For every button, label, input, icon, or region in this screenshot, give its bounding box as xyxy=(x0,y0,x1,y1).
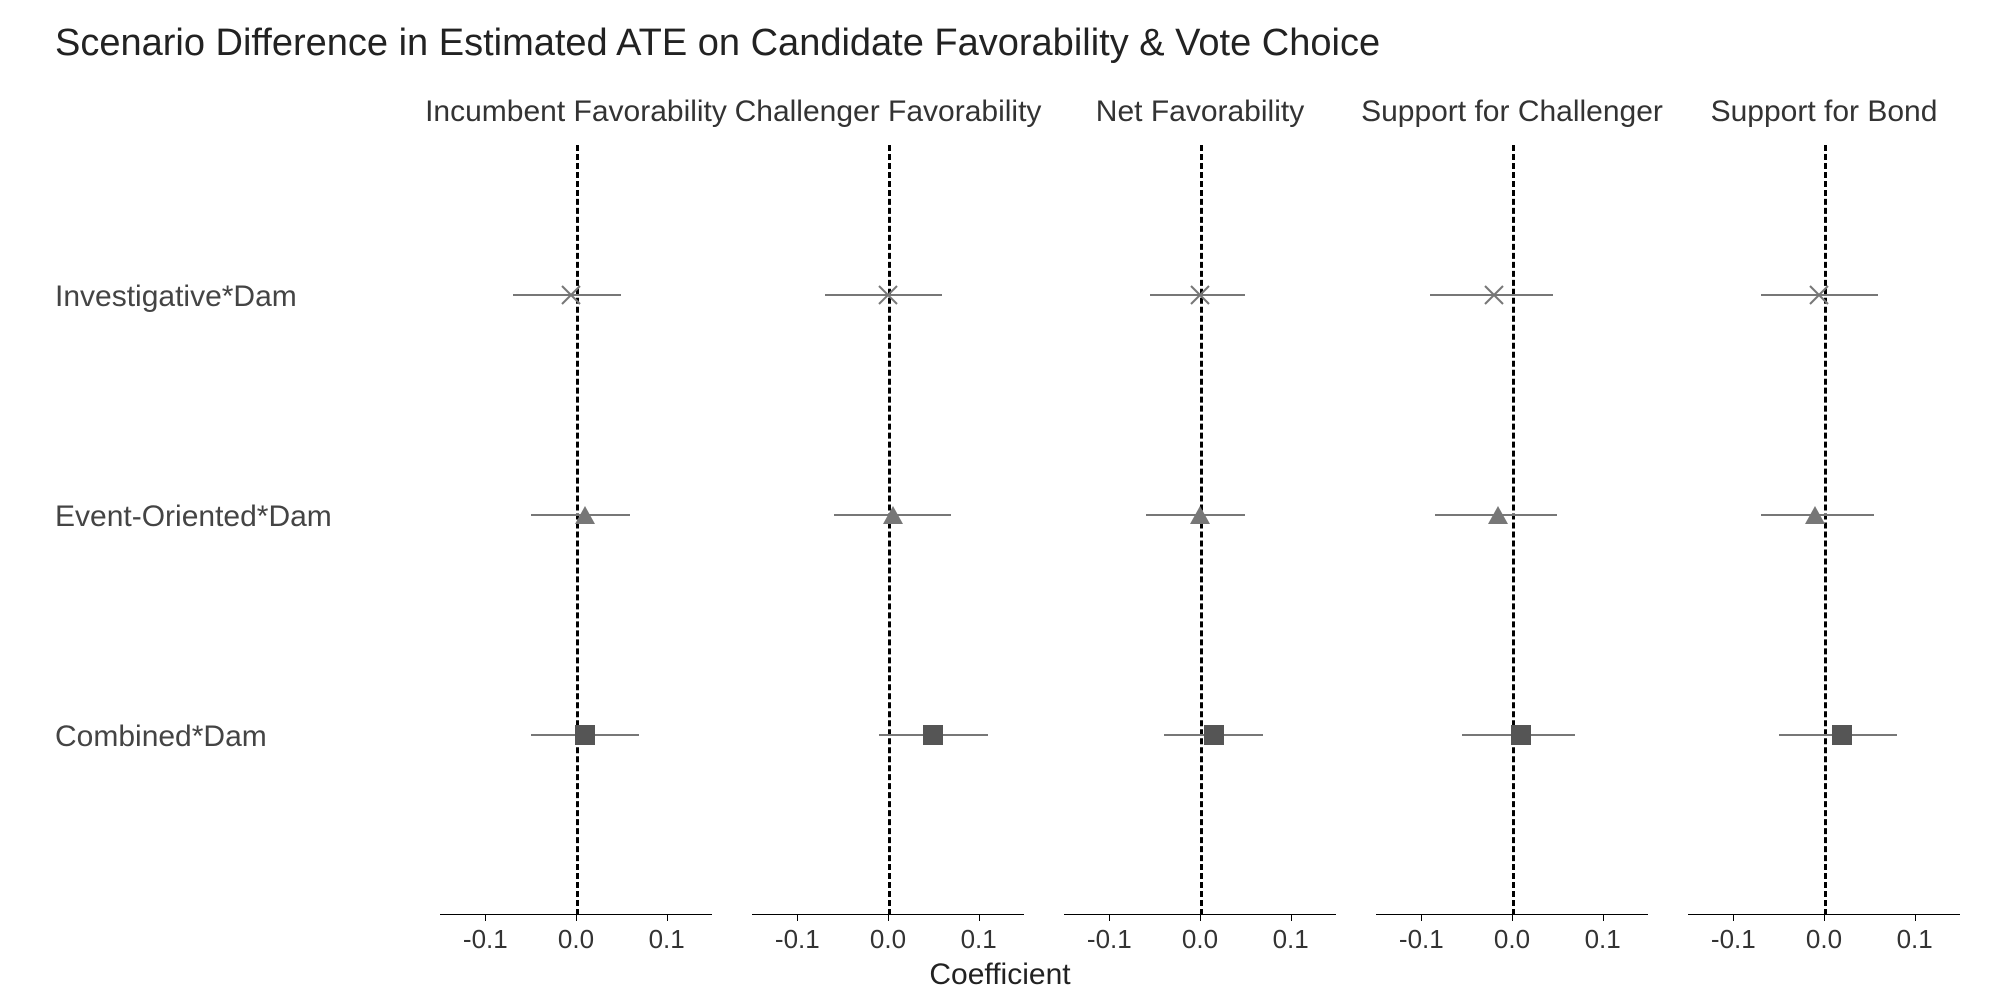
x-tick-label: 0.1 xyxy=(1273,924,1309,955)
x-tick-label: 0.1 xyxy=(649,924,685,955)
x-tick xyxy=(1291,915,1292,921)
x-tick xyxy=(485,915,486,921)
y-label-1: Event-Oriented*Dam xyxy=(55,500,332,534)
y-label-0: Investigative*Dam xyxy=(55,280,297,314)
x-tick-label: 0.1 xyxy=(1585,924,1621,955)
x-tick xyxy=(1512,915,1513,921)
facet-panel: Support for Challenger -0.10.00.1 xyxy=(1356,95,1668,915)
x-tick xyxy=(1733,915,1734,921)
ref-line xyxy=(1824,145,1827,915)
facet-title: Challenger Favorability xyxy=(732,95,1044,129)
x-tick-label: 0.0 xyxy=(1494,924,1530,955)
facet-inner: -0.10.00.1 xyxy=(752,145,1024,915)
x-tick xyxy=(888,915,889,921)
facet-title: Support for Challenger xyxy=(1356,95,1668,129)
facet-inner: -0.10.00.1 xyxy=(1376,145,1648,915)
chart-title: Scenario Difference in Estimated ATE on … xyxy=(55,22,1380,65)
x-tick-label: -0.1 xyxy=(1087,924,1132,955)
ref-line xyxy=(888,145,891,915)
x-tick-label: 0.0 xyxy=(1182,924,1218,955)
x-tick-label: -0.1 xyxy=(463,924,508,955)
x-tick xyxy=(979,915,980,921)
x-tick-label: 0.0 xyxy=(1806,924,1842,955)
x-tick xyxy=(1109,915,1110,921)
x-tick-label: 0.0 xyxy=(558,924,594,955)
y-label-2: Combined*Dam xyxy=(55,720,267,754)
facet-inner: -0.10.00.1 xyxy=(1688,145,1960,915)
x-tick-label: 0.1 xyxy=(961,924,997,955)
ref-line xyxy=(576,145,579,915)
x-tick xyxy=(797,915,798,921)
x-tick xyxy=(1915,915,1916,921)
x-tick xyxy=(1421,915,1422,921)
x-tick-label: 0.1 xyxy=(1897,924,1933,955)
ref-line xyxy=(1512,145,1515,915)
facet-panel: Challenger Favorability -0.10.00.1 xyxy=(732,95,1044,915)
y-axis-labels: Investigative*Dam Event-Oriented*Dam Com… xyxy=(0,95,410,915)
x-tick xyxy=(1603,915,1604,921)
ref-line xyxy=(1200,145,1203,915)
x-tick-label: 0.0 xyxy=(870,924,906,955)
x-axis-label: Coefficient xyxy=(0,958,2000,992)
x-tick xyxy=(1824,915,1825,921)
facet-panel: Net Favorability -0.10.00.1 xyxy=(1044,95,1356,915)
facet-panels: Incumbent Favorability-0.10.00.1Challeng… xyxy=(420,95,1980,915)
facet-title: Support for Bond xyxy=(1668,95,1980,129)
facet-inner: -0.10.00.1 xyxy=(1064,145,1336,915)
plot-area: Investigative*Dam Event-Oriented*Dam Com… xyxy=(0,95,2000,915)
x-tick-label: -0.1 xyxy=(775,924,820,955)
facet-title: Net Favorability xyxy=(1044,95,1356,129)
x-tick-label: -0.1 xyxy=(1399,924,1444,955)
facet-panel: Incumbent Favorability -0.10.00.1 xyxy=(420,95,732,915)
x-tick xyxy=(1200,915,1201,921)
x-tick xyxy=(576,915,577,921)
x-tick xyxy=(667,915,668,921)
x-tick-label: -0.1 xyxy=(1711,924,1756,955)
facet-panel: Support for Bond -0.10.00.1 xyxy=(1668,95,1980,915)
facet-title: Incumbent Favorability xyxy=(420,95,732,129)
facet-inner: -0.10.00.1 xyxy=(440,145,712,915)
